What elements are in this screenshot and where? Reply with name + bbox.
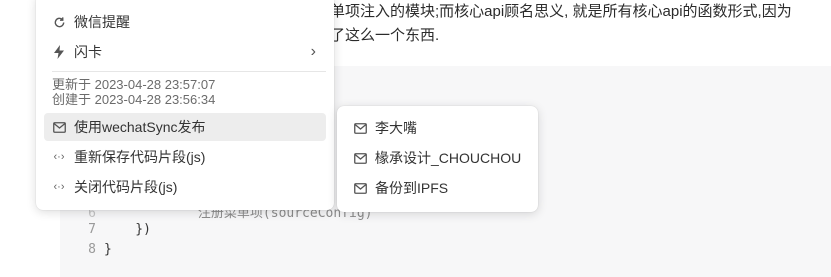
menu-item-label: 重新保存代码片段(js) [74, 149, 206, 165]
menu-item-wechat-reminder[interactable]: 微信提醒 [44, 8, 326, 36]
submenu-item-account[interactable]: 李大嘴 [345, 114, 531, 142]
menu-item-resave-snippet[interactable]: ‹·› 重新保存代码片段(js) [44, 143, 326, 171]
mail-icon [353, 121, 367, 135]
lightning-icon [52, 45, 66, 59]
refresh-icon [52, 15, 66, 29]
menu-item-label: 微信提醒 [74, 14, 130, 30]
submenu-item-ipfs-backup[interactable]: 备份到IPFS [345, 174, 531, 202]
chevron-right-icon: › [310, 43, 316, 60]
menu-item-wechatsync-publish[interactable]: 使用wechatSync发布 [44, 113, 326, 141]
menu-item-flashcard[interactable]: 闪卡 › [44, 38, 326, 66]
code-text: } [104, 242, 112, 257]
menu-item-label: 关闭代码片段(js) [74, 179, 178, 195]
submenu-item-label: 李大嘴 [375, 120, 417, 136]
created-timestamp: 创建于 2023-04-28 23:56:34 [52, 92, 216, 107]
line-number: 8 [88, 242, 96, 257]
line-number: 7 [88, 222, 96, 237]
publish-submenu: 李大嘴 椽承设计_CHOUCHOU 备份到IPFS [337, 106, 538, 212]
code-line: 7 }) [60, 222, 151, 237]
document-text-line: 了这么一个东西. [330, 27, 440, 44]
submenu-item-label: 椽承设计_CHOUCHOU [375, 150, 522, 166]
context-menu: 微信提醒 闪卡 › 更新于 2023-04-28 23:57:07 创建于 20… [36, 0, 334, 210]
mail-icon [52, 120, 66, 134]
code-icon: ‹·› [53, 151, 65, 163]
document-text-line: 单项注入的模块;而核心api顾名思义, 就是所有核心api的函数形式,因为 [330, 3, 792, 20]
code-text: }) [104, 222, 151, 237]
menu-item-label: 闪卡 [74, 44, 102, 60]
mail-icon [353, 151, 367, 165]
mail-icon [353, 181, 367, 195]
submenu-item-label: 备份到IPFS [375, 180, 449, 196]
menu-item-close-snippet[interactable]: ‹·› 关闭代码片段(js) [44, 173, 326, 201]
menu-item-label: 使用wechatSync发布 [74, 119, 206, 135]
updated-timestamp: 更新于 2023-04-28 23:57:07 [52, 77, 216, 92]
code-line: 8} [60, 242, 112, 257]
submenu-item-account[interactable]: 椽承设计_CHOUCHOU [345, 144, 531, 172]
menu-divider [52, 71, 326, 72]
code-icon: ‹·› [53, 181, 65, 193]
